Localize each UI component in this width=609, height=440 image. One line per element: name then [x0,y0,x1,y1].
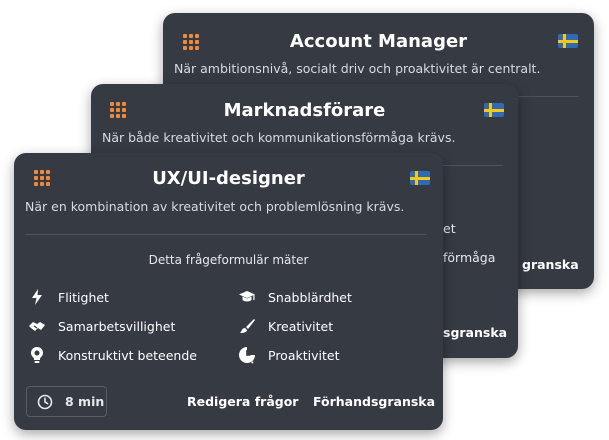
trait-item: Proaktivitet [238,346,339,364]
preview-button[interactable]: Förhandsgranska [313,394,435,409]
lightbulb-icon [31,347,43,363]
trait-item: Samarbetsvillighet [28,317,175,335]
divider [25,234,427,235]
trait-label: Samarbetsvillighet [58,318,176,334]
card-title: UX/UI-designer [152,168,305,189]
card-title: Marknadsförare [223,100,386,121]
handshake-icon [29,322,45,331]
card-title: Account Manager [289,31,468,52]
clock-icon [37,394,53,409]
card-subtitle: När en kombination av kreativitet och pr… [25,199,405,214]
trait-label: Flitighet [58,289,109,305]
questionnaire-card-ux-ui-designer[interactable]: UX/UI-designer När en kombination av kre… [14,153,443,430]
duration-label: 8 min [65,394,105,409]
card-subtitle: När både kreativitet och kommunikationsf… [102,130,456,145]
card-subtitle: När ambitionsnivå, socialt driv och proa… [174,61,541,76]
measures-heading: Detta frågeformulär mäter [148,253,309,267]
trait-label: et [443,221,456,236]
graduation-cap-icon [239,291,255,302]
clock-alert-icon [239,347,255,364]
swedish-flag-icon [410,171,430,185]
trait-item: Snabblärdhet [238,288,352,306]
trait-label: förmåga [443,250,496,265]
trait-label: Snabblärdhet [268,289,352,305]
trait-item: Kreativitet [238,317,333,335]
trait-label: Proaktivitet [268,347,340,363]
preview-button[interactable]: granska [522,257,579,272]
trait-label: Konstruktivt beteende [58,347,197,363]
paintbrush-icon [240,319,255,333]
trait-item: Flitighet [28,288,109,306]
lightning-icon [32,289,42,305]
preview-button[interactable]: sgranska [443,325,507,340]
trait-item: Konstruktivt beteende [28,346,197,364]
duration-chip: 8 min [26,386,107,417]
trait-label: Kreativitet [268,318,334,334]
edit-questions-button[interactable]: Redigera frågor [187,394,298,409]
swedish-flag-icon [484,103,504,117]
swedish-flag-icon [558,34,578,48]
